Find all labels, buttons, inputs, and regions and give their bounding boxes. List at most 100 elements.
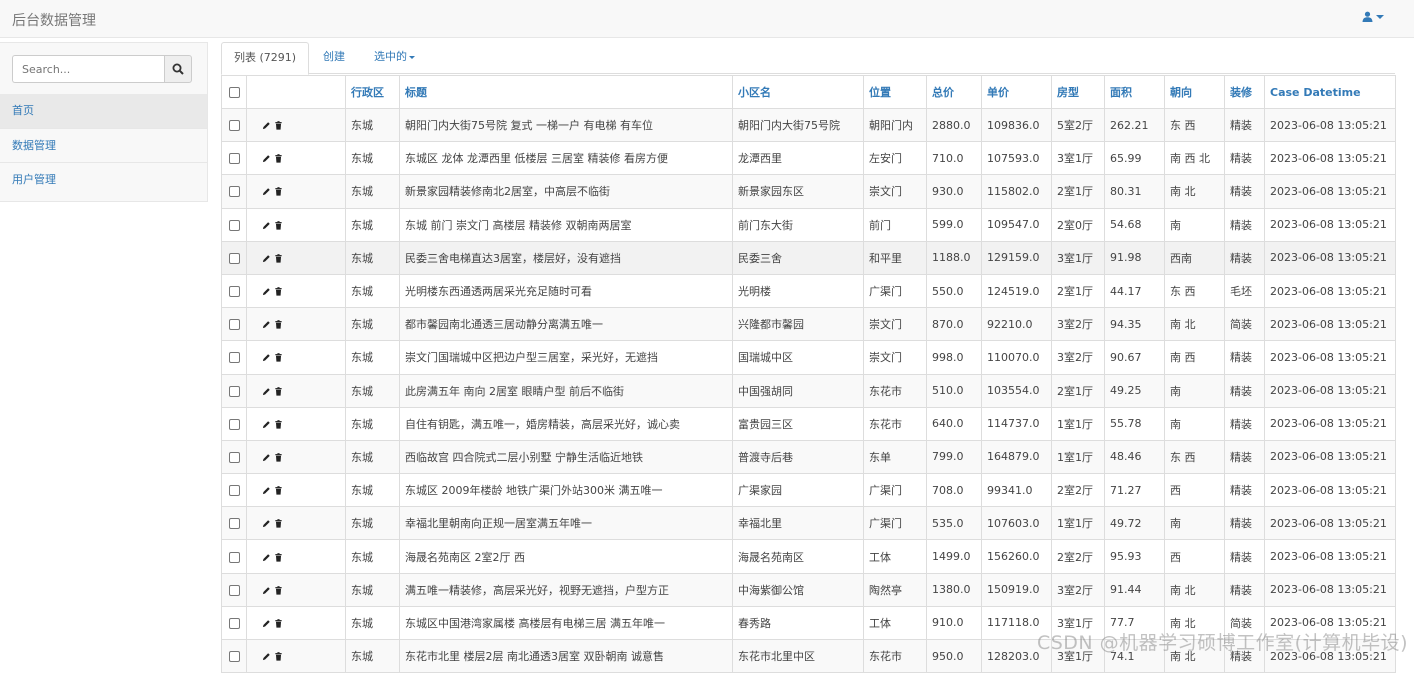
row-checkbox[interactable] xyxy=(229,552,240,563)
cell-orientation: 南 北 xyxy=(1165,606,1225,639)
column-header-layout[interactable]: 房型 xyxy=(1052,76,1105,109)
trash-icon[interactable] xyxy=(274,586,283,595)
tab-create[interactable]: 创建 xyxy=(311,42,357,74)
row-checkbox[interactable] xyxy=(229,651,240,662)
trash-icon[interactable] xyxy=(274,387,283,396)
cell-case-datetime: 2023-06-08 13:05:21 xyxy=(1265,142,1396,175)
sidebar-item-user-management[interactable]: 用户管理 xyxy=(0,162,207,196)
edit-icon[interactable] xyxy=(262,486,271,495)
cell-location: 广渠门 xyxy=(864,474,927,507)
cell-unit-price: 103554.0 xyxy=(982,374,1052,407)
cell-orientation: 南 北 xyxy=(1165,175,1225,208)
row-checkbox[interactable] xyxy=(229,452,240,463)
cell-title: 西临故宫 四合院式二层小别墅 宁静生活临近地铁 xyxy=(400,440,733,473)
column-header-unit-price[interactable]: 单价 xyxy=(982,76,1052,109)
cell-layout: 2室1厅 xyxy=(1052,175,1105,208)
row-checkbox[interactable] xyxy=(229,485,240,496)
edit-icon[interactable] xyxy=(262,619,271,628)
cell-layout: 3室1厅 xyxy=(1052,640,1105,673)
cell-unit-price: 115802.0 xyxy=(982,175,1052,208)
edit-icon[interactable] xyxy=(262,387,271,396)
search-button[interactable] xyxy=(164,55,192,83)
cell-location: 东单 xyxy=(864,440,927,473)
edit-icon[interactable] xyxy=(262,453,271,462)
row-checkbox[interactable] xyxy=(229,186,240,197)
user-menu-toggle[interactable] xyxy=(1362,11,1384,22)
row-checkbox[interactable] xyxy=(229,153,240,164)
cell-unit-price: 109836.0 xyxy=(982,109,1052,142)
row-checkbox[interactable] xyxy=(229,120,240,131)
trash-icon[interactable] xyxy=(274,652,283,661)
edit-icon[interactable] xyxy=(262,121,271,130)
edit-icon[interactable] xyxy=(262,420,271,429)
trash-icon[interactable] xyxy=(274,519,283,528)
edit-icon[interactable] xyxy=(262,586,271,595)
trash-icon[interactable] xyxy=(274,121,283,130)
column-header-orientation[interactable]: 朝向 xyxy=(1165,76,1225,109)
edit-icon[interactable] xyxy=(262,187,271,196)
app-brand[interactable]: 后台数据管理 xyxy=(12,10,96,30)
edit-icon[interactable] xyxy=(262,652,271,661)
column-header-decoration[interactable]: 装修 xyxy=(1225,76,1265,109)
row-checkbox[interactable] xyxy=(229,386,240,397)
tab-create-label: 创建 xyxy=(323,50,345,63)
column-header-area[interactable]: 面积 xyxy=(1105,76,1165,109)
select-all-checkbox[interactable] xyxy=(229,87,240,98)
column-header-community[interactable]: 小区名 xyxy=(733,76,864,109)
search-input[interactable] xyxy=(12,55,164,83)
tab-selected-dropdown[interactable]: 选中的 xyxy=(362,42,427,74)
row-checkbox[interactable] xyxy=(229,286,240,297)
row-select-cell xyxy=(222,175,247,208)
cell-title: 自住有钥匙，满五唯一，婚房精装，高层采光好，诚心卖 xyxy=(400,407,733,440)
column-header-total-price[interactable]: 总价 xyxy=(927,76,982,109)
trash-icon[interactable] xyxy=(274,453,283,462)
cell-title: 新景家园精装修南北2居室，中高层不临街 xyxy=(400,175,733,208)
column-header-title[interactable]: 标题 xyxy=(400,76,733,109)
cell-area: 55.78 xyxy=(1105,407,1165,440)
cell-title: 海晟名苑南区 2室2厅 西 xyxy=(400,540,733,573)
edit-icon[interactable] xyxy=(262,221,271,230)
trash-icon[interactable] xyxy=(274,420,283,429)
column-header-case-datetime[interactable]: Case Datetime xyxy=(1265,76,1396,109)
tab-list[interactable]: 列表 (7291) xyxy=(221,42,309,75)
edit-icon[interactable] xyxy=(262,353,271,362)
cell-title: 东花市北里 楼层2层 南北通透3居室 双卧朝南 诚意售 xyxy=(400,640,733,673)
row-checkbox[interactable] xyxy=(229,220,240,231)
trash-icon[interactable] xyxy=(274,221,283,230)
row-checkbox[interactable] xyxy=(229,618,240,629)
trash-icon[interactable] xyxy=(274,287,283,296)
edit-icon[interactable] xyxy=(262,519,271,528)
column-header-district[interactable]: 行政区 xyxy=(346,76,400,109)
row-checkbox[interactable] xyxy=(229,319,240,330)
row-checkbox[interactable] xyxy=(229,419,240,430)
cell-district: 东城 xyxy=(346,109,400,142)
row-checkbox[interactable] xyxy=(229,352,240,363)
cell-unit-price: 128203.0 xyxy=(982,640,1052,673)
cell-location: 朝阳门内 xyxy=(864,109,927,142)
row-checkbox[interactable] xyxy=(229,585,240,596)
table-row: 东城崇文门国瑞城中区把边户型三居室，采光好，无遮挡国瑞城中区崇文门998.011… xyxy=(222,341,1396,374)
cell-total-price: 998.0 xyxy=(927,341,982,374)
cell-location: 陶然亭 xyxy=(864,573,927,606)
trash-icon[interactable] xyxy=(274,254,283,263)
column-header-location[interactable]: 位置 xyxy=(864,76,927,109)
trash-icon[interactable] xyxy=(274,187,283,196)
edit-icon[interactable] xyxy=(262,154,271,163)
edit-icon[interactable] xyxy=(262,553,271,562)
trash-icon[interactable] xyxy=(274,353,283,362)
sidebar-item-home[interactable]: 首页 xyxy=(0,94,207,128)
cell-orientation: 南 西 xyxy=(1165,341,1225,374)
trash-icon[interactable] xyxy=(274,619,283,628)
row-checkbox[interactable] xyxy=(229,518,240,529)
edit-icon[interactable] xyxy=(262,287,271,296)
edit-icon[interactable] xyxy=(262,254,271,263)
trash-icon[interactable] xyxy=(274,320,283,329)
sidebar-item-data-management[interactable]: 数据管理 xyxy=(0,128,207,162)
trash-icon[interactable] xyxy=(274,486,283,495)
cell-area: 262.21 xyxy=(1105,109,1165,142)
cell-area: 71.27 xyxy=(1105,474,1165,507)
row-checkbox[interactable] xyxy=(229,253,240,264)
trash-icon[interactable] xyxy=(274,553,283,562)
edit-icon[interactable] xyxy=(262,320,271,329)
trash-icon[interactable] xyxy=(274,154,283,163)
